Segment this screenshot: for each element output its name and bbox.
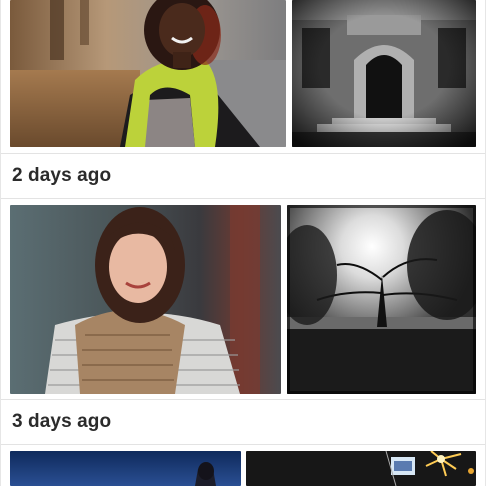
tree-sunlight-photo-image bbox=[287, 205, 476, 394]
photo-thumbnail-portrait-knit-scarf[interactable] bbox=[10, 205, 281, 394]
fireworks-photo-image bbox=[246, 451, 476, 486]
portrait-photo-image bbox=[10, 205, 281, 394]
portrait-photo-image bbox=[10, 0, 286, 147]
section-header-3-days-ago: 3 days ago bbox=[1, 399, 485, 445]
photo-thumbnail-tree-sunlight[interactable] bbox=[287, 205, 476, 394]
section-date-label: 3 days ago bbox=[12, 411, 112, 432]
section-date-label: 2 days ago bbox=[12, 165, 112, 186]
building-entrance-photo-image bbox=[292, 0, 476, 147]
night-sky-photo-image bbox=[10, 451, 241, 486]
photo-feed-screen: 2 days ago 3 days ago bbox=[0, 0, 486, 486]
photo-thumbnail-night-sky[interactable] bbox=[10, 451, 241, 486]
photo-thumbnail-portrait-yellow-scarf[interactable] bbox=[10, 0, 286, 147]
photo-thumbnail-building-entrance[interactable] bbox=[292, 0, 476, 147]
section-header-2-days-ago: 2 days ago bbox=[1, 153, 485, 199]
photo-thumbnail-fireworks[interactable] bbox=[246, 451, 476, 486]
